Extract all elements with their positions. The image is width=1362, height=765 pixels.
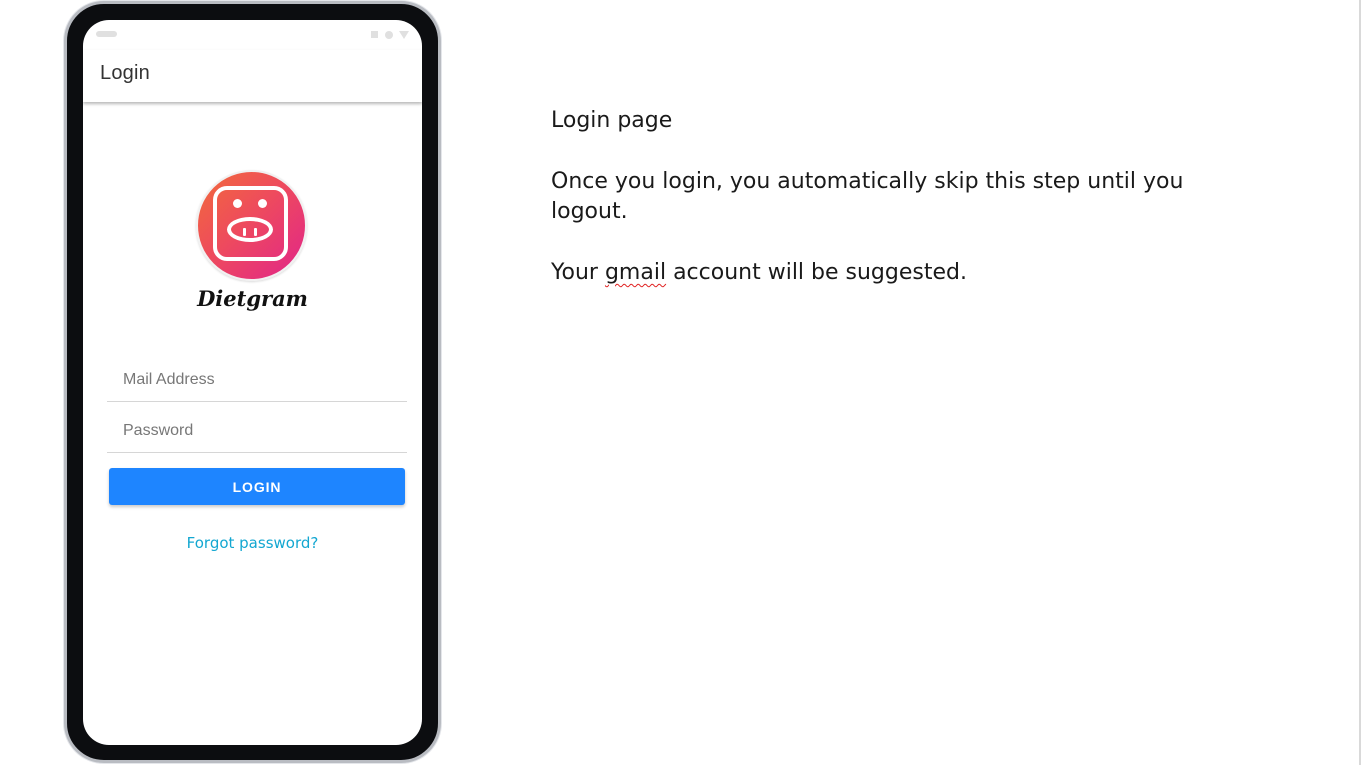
phone-frame: Login Dietgram Mail Address LOGIN Forgot… bbox=[64, 1, 441, 763]
status-square-icon bbox=[371, 31, 378, 38]
notes-gmail-pre: Your bbox=[551, 260, 605, 285]
logo-left-eye bbox=[233, 199, 242, 208]
notes-skip-login: Once you login, you automatically skip t… bbox=[551, 169, 1184, 224]
app-bar: Login bbox=[83, 50, 422, 102]
app-bar-title: Login bbox=[100, 62, 150, 84]
notes-text: Login page Once you login, you automatic… bbox=[551, 106, 1251, 319]
email-input[interactable] bbox=[107, 358, 407, 401]
page-edge-divider bbox=[1359, 0, 1361, 765]
phone-screen: Login Dietgram Mail Address LOGIN Forgot… bbox=[83, 20, 422, 745]
signal-icon bbox=[399, 31, 409, 39]
login-button[interactable]: LOGIN bbox=[109, 468, 405, 505]
brand-name: Dietgram bbox=[197, 286, 308, 311]
pig-face-icon bbox=[196, 170, 307, 281]
logo-frame bbox=[213, 186, 288, 261]
notes-gmail-post: account will be suggested. bbox=[666, 260, 967, 285]
status-dot-icon bbox=[385, 31, 393, 39]
email-field bbox=[107, 358, 407, 402]
logo-left-nostril bbox=[243, 228, 246, 236]
page: Login Dietgram Mail Address LOGIN Forgot… bbox=[0, 0, 1362, 765]
password-input[interactable] bbox=[107, 409, 407, 452]
logo-right-nostril bbox=[254, 228, 257, 236]
forgot-password-link[interactable]: Forgot password? bbox=[83, 534, 422, 552]
logo-snout bbox=[227, 217, 273, 242]
notes-gmail-word: gmail bbox=[604, 260, 667, 285]
notes-title: Login page bbox=[551, 108, 673, 133]
app-logo bbox=[196, 170, 307, 281]
status-pill-icon bbox=[96, 31, 117, 37]
notes-gmail-suggestion: Your gmail account will be suggested. bbox=[551, 258, 1251, 288]
status-bar bbox=[83, 20, 422, 50]
password-field bbox=[107, 409, 407, 453]
logo-right-eye bbox=[258, 199, 267, 208]
